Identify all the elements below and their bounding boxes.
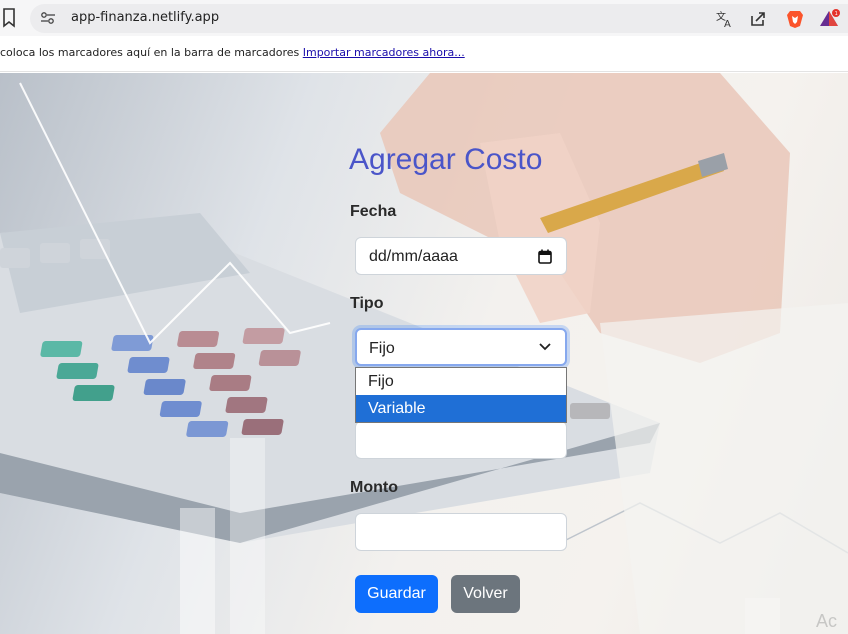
page-title: Agregar Costo xyxy=(349,143,543,176)
fecha-label: Fecha xyxy=(350,203,397,220)
fecha-placeholder: dd/mm/aaaa xyxy=(369,248,458,265)
volver-button[interactable]: Volver xyxy=(451,575,520,613)
activation-watermark: Ac xyxy=(816,611,838,631)
tipo-dropdown-list: Fijo Variable xyxy=(355,367,567,423)
import-bookmarks-link[interactable]: Importar marcadores ahora... xyxy=(303,46,465,59)
guardar-button[interactable]: Guardar xyxy=(355,575,438,613)
brave-shields-icon[interactable] xyxy=(785,9,805,29)
monto-label: Monto xyxy=(350,479,398,496)
monto-input[interactable] xyxy=(355,513,567,551)
address-bar[interactable]: app-finanza.netlify.app 文 A 1 xyxy=(30,4,848,33)
tipo-option-fijo[interactable]: Fijo xyxy=(356,368,566,395)
page-content: Agregar Costo Fecha dd/mm/aaaa Tipo Fijo… xyxy=(0,73,848,634)
tipo-select[interactable]: Fijo xyxy=(355,328,567,366)
chevron-down-icon xyxy=(539,343,551,351)
bookmarks-prompt: coloca los marcadores aquí en la barra d… xyxy=(0,46,465,59)
hidden-field-input[interactable] xyxy=(355,421,567,459)
svg-text:A: A xyxy=(724,19,731,29)
tipo-label: Tipo xyxy=(350,295,384,312)
site-settings-icon[interactable] xyxy=(40,11,56,25)
fecha-date-input[interactable]: dd/mm/aaaa xyxy=(355,237,567,275)
bookmark-icon[interactable] xyxy=(0,6,22,30)
tipo-option-variable[interactable]: Variable xyxy=(356,395,566,422)
share-icon[interactable] xyxy=(748,9,768,29)
translate-icon[interactable]: 文 A xyxy=(715,9,735,30)
calendar-icon[interactable] xyxy=(538,249,552,264)
bookmarks-prompt-text: coloca los marcadores aquí en la barra d… xyxy=(0,46,300,59)
url-text[interactable]: app-finanza.netlify.app xyxy=(71,10,219,25)
svg-text:1: 1 xyxy=(835,11,838,17)
brave-rewards-icon[interactable]: 1 xyxy=(819,9,840,29)
bookmarks-bar: coloca los marcadores aquí en la barra d… xyxy=(0,36,848,72)
tipo-selected-value: Fijo xyxy=(369,340,395,357)
browser-toolbar: app-finanza.netlify.app 文 A 1 xyxy=(0,0,848,36)
